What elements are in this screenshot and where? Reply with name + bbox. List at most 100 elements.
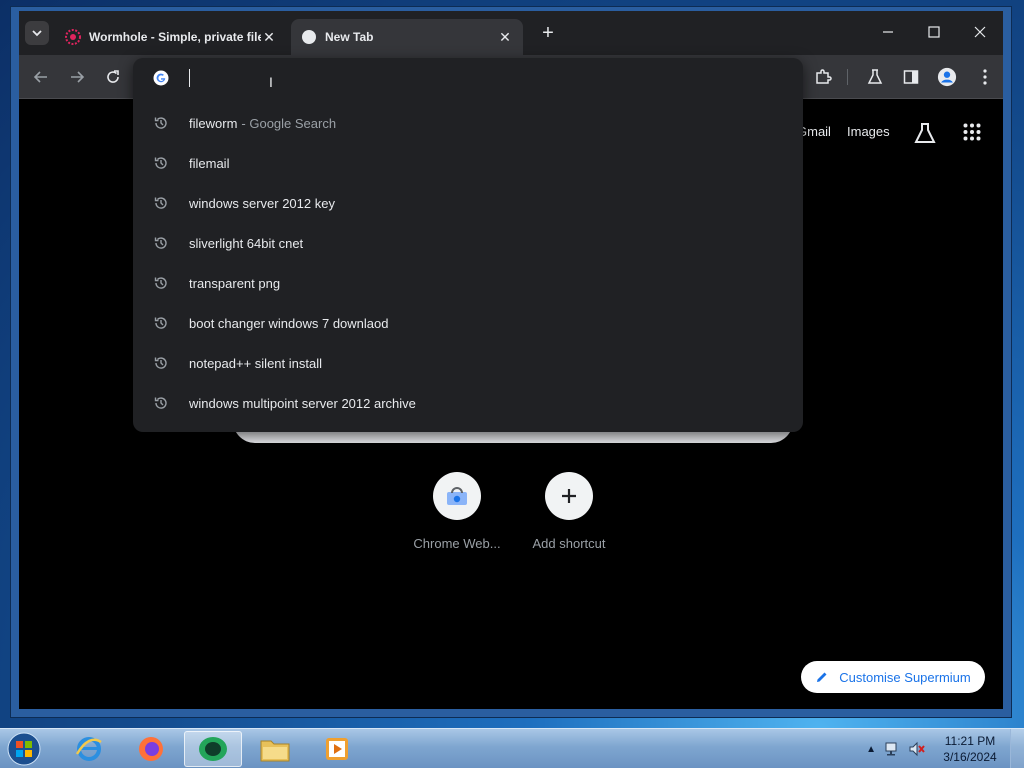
internet-explorer-icon [75,737,102,761]
plus-icon [562,489,576,503]
history-icon [154,397,167,409]
tab-close-icon[interactable]: ✕ [497,29,513,46]
clock-date: 3/16/2024 [943,750,997,764]
suggestion-text: fileworm [189,115,238,131]
omnibox-suggestion[interactable]: windows multipoint server 2012 archive [133,383,803,423]
google-apps-button[interactable] [963,123,981,141]
history-icon [154,197,167,209]
search-labs-button[interactable] [913,121,937,145]
shortcut-chrome-web-store[interactable]: Chrome Web... [407,472,507,551]
maximize-icon [928,26,940,38]
omnibox-suggestion[interactable]: fileworm - Google Search [133,103,803,143]
history-icon [154,117,167,129]
shortcut-tile [433,472,481,520]
suggestion-text: sliverlight 64bit cnet [189,235,304,251]
minimize-icon [883,31,893,33]
flask-icon [867,69,883,84]
firefox-icon [139,737,163,761]
customise-label: Customise Supermium [839,669,971,685]
extensions-button[interactable] [813,67,833,87]
pencil-icon [817,672,827,682]
wormhole-favicon-icon [65,29,81,45]
suggestion-text: filemail [189,155,230,171]
taskbar-media-player[interactable] [308,731,366,767]
tab-new-tab[interactable]: New Tab ✕ [291,19,523,55]
start-button[interactable] [6,731,46,767]
back-button[interactable] [31,67,51,87]
minimize-button[interactable] [865,17,911,47]
address-bar-input[interactable]: I [133,58,803,98]
taskbar-internet-explorer[interactable] [60,731,118,767]
web-store-icon [447,487,467,505]
kebab-menu-icon [983,69,987,85]
tab-search-button[interactable] [25,21,49,45]
taskbar-file-explorer[interactable] [246,731,304,767]
volume-muted-icon[interactable] [908,741,926,757]
suggestion-text: transparent png [189,275,281,291]
profile-button[interactable] [937,67,957,87]
suggestion-text: windows multipoint server 2012 archive [189,395,416,411]
omnibox-suggestion[interactable]: transparent png [133,263,803,303]
apps-grid-icon [963,123,981,141]
windows-orb-icon [7,732,41,766]
images-link[interactable]: Images [847,124,890,139]
suggestion-text: windows server 2012 key [189,195,335,211]
clock[interactable]: 11:21 PM 3/16/2024 [930,733,1010,765]
history-icon [154,237,167,249]
suggestion-text: boot changer windows 7 downlaod [189,315,389,331]
side-panel-icon [903,70,919,84]
add-shortcut-button[interactable]: Add shortcut [519,472,619,551]
browser-window: Wormhole - Simple, private file ✕ New Ta… [10,6,1012,718]
tab-strip: Wormhole - Simple, private file ✕ New Ta… [19,11,1003,55]
toolbar-divider [847,69,848,85]
text-caret [189,69,190,87]
side-panel-button[interactable] [901,67,921,87]
tab-title: New Tab [325,30,374,44]
new-tab-plus-icon[interactable]: + [537,23,559,45]
ibeam-cursor-icon: I [269,74,273,90]
omnibox-suggestion[interactable]: windows server 2012 key [133,183,803,223]
puzzle-icon [816,69,832,84]
arrow-left-icon [33,71,47,83]
suggestion-text: notepad++ silent install [189,355,322,371]
forward-button[interactable] [67,67,87,87]
taskbar-supermium[interactable] [184,731,242,767]
show-desktop-button[interactable] [1010,729,1024,768]
close-icon [974,26,986,38]
shortcut-label: Add shortcut [532,536,606,551]
tab-wormhole[interactable]: Wormhole - Simple, private file ✕ [55,19,287,55]
omnibox-suggestion[interactable]: sliverlight 64bit cnet [133,223,803,263]
maximize-button[interactable] [911,17,957,47]
media-player-icon [326,738,348,760]
supermium-icon [199,737,227,761]
supermium-favicon-icon [302,30,316,44]
labs-button[interactable] [865,67,885,87]
shortcut-label: Chrome Web... [413,536,501,551]
history-icon [154,277,167,289]
omnibox-dropdown: I fileworm - Google Search filemail windows… [133,58,803,432]
tab-close-icon[interactable]: ✕ [261,29,277,46]
customise-button[interactable]: Customise Supermium [801,661,985,693]
close-window-button[interactable] [957,17,1003,47]
history-icon [154,357,167,369]
reload-button[interactable] [103,67,123,87]
history-icon [154,317,167,329]
clock-time: 11:21 PM [944,734,996,748]
browser-frame: Wormhole - Simple, private file ✕ New Ta… [19,11,1003,709]
menu-button[interactable] [975,67,995,87]
suggestion-list: fileworm - Google Search filemail windows s… [133,103,803,423]
tab-title: Wormhole - Simple, private file [89,30,261,44]
google-g-icon [153,70,169,86]
flask-icon [914,123,936,143]
omnibox-suggestion[interactable]: boot changer windows 7 downlaod [133,303,803,343]
taskbar-firefox[interactable] [122,731,180,767]
network-icon[interactable] [884,741,902,757]
system-tray: ▲ 11:21 PM 3/16/2024 [866,729,1024,768]
history-icon [154,157,167,169]
omnibox-suggestion[interactable]: notepad++ silent install [133,343,803,383]
chevron-down-icon [32,30,42,37]
shortcut-tile [545,472,593,520]
omnibox-suggestion[interactable]: filemail [133,143,803,183]
show-hidden-icons-icon[interactable]: ▲ [866,744,876,755]
windows-taskbar: ▲ 11:21 PM 3/16/2024 [0,728,1024,768]
